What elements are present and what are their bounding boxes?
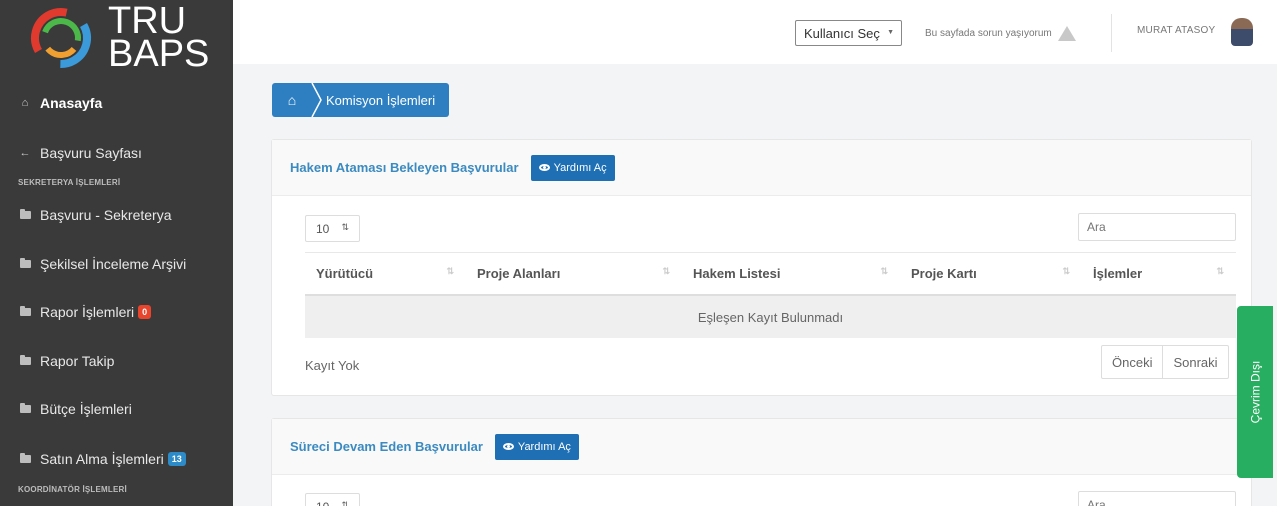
count-badge: 0: [138, 305, 152, 319]
panel-header: Hakem Ataması Bekleyen Başvurular Yardım…: [272, 140, 1251, 196]
logo-icon: [31, 8, 91, 68]
header-divider: [1111, 14, 1112, 52]
column-header-proje-alanlari[interactable]: Proje Alanları ⇅: [466, 253, 682, 294]
sidebar-item-rapor-islemleri[interactable]: Rapor İşlemleri 0: [0, 301, 233, 323]
sidebar-item-label: Anasayfa: [40, 95, 103, 111]
panel-header: Süreci Devam Eden Başvurular Yardımı Aç: [272, 419, 1251, 475]
page-length-value: 10: [316, 222, 330, 236]
column-label: Proje Kartı: [911, 266, 977, 281]
sidebar-item-label: Başvuru Sayfası: [40, 145, 142, 161]
help-button[interactable]: Yardımı Aç: [530, 154, 615, 181]
logo[interactable]: TRU BAPS: [0, 0, 233, 76]
help-button-label: Yardımı Aç: [553, 161, 607, 174]
sidebar-item-label: Rapor İşlemleri: [40, 304, 135, 320]
page-length-select[interactable]: 10 ⇅: [305, 493, 360, 506]
column-header-yurutucu[interactable]: Yürütücü ⇅: [305, 253, 466, 294]
sidebar: TRU BAPS ⌂ Anasayfa ← Başvuru Sayfası SE…: [0, 0, 233, 506]
logo-line-2: BAPS: [108, 33, 210, 75]
breadcrumb: ⌂ Komisyon İşlemleri: [272, 83, 450, 117]
sidebar-item-basvuru[interactable]: ← Başvuru Sayfası: [0, 142, 233, 164]
warning-icon: [1057, 26, 1076, 41]
page-length-select[interactable]: 10 ⇅: [305, 215, 360, 242]
sort-updown-icon: ⇅: [341, 222, 349, 232]
sidebar-item-label: Rapor Takip: [40, 353, 115, 369]
page-length-value: 10: [316, 500, 329, 506]
sort-updown-icon: ⇅: [341, 500, 349, 506]
report-problem-link[interactable]: Bu sayfada sorun yaşıyorum: [925, 26, 1076, 41]
user-name[interactable]: MURAT ATASOY: [1137, 25, 1215, 36]
sidebar-item-butce-islemleri[interactable]: Bütçe İşlemleri: [0, 398, 233, 420]
search-input[interactable]: [1078, 491, 1236, 506]
logo-text: TRU BAPS: [108, 2, 210, 75]
user-select-dropdown[interactable]: Kullanıcı Seç ▼: [795, 20, 902, 46]
offline-tab[interactable]: Çevrim Dışı: [1237, 306, 1273, 478]
sidebar-item-label: Şekilsel İnceleme Arşivi: [40, 256, 187, 272]
sidebar-item-label: Başvuru - Sekreterya: [40, 207, 172, 223]
folder-icon: [18, 453, 32, 463]
caret-down-icon: ▼: [887, 29, 894, 36]
column-label: Hakem Listesi: [693, 266, 781, 281]
column-label: Proje Alanları: [477, 266, 561, 281]
sort-icon: ⇅: [1216, 266, 1224, 276]
sidebar-item-label: Bütçe İşlemleri: [40, 401, 132, 417]
sidebar-item-label: Satın Alma İşlemleri: [40, 451, 164, 467]
sidebar-item-home[interactable]: ⌂ Anasayfa: [0, 92, 233, 114]
next-page-button[interactable]: Sonraki: [1162, 346, 1227, 378]
prev-page-button[interactable]: Önceki: [1102, 346, 1162, 378]
column-label: Yürütücü: [316, 266, 374, 281]
column-label: İşlemler: [1093, 266, 1143, 281]
panel-hakem-atamasi: Hakem Ataması Bekleyen Başvurular Yardım…: [271, 139, 1252, 396]
column-header-islemler[interactable]: İşlemler ⇅: [1082, 253, 1236, 294]
arrow-left-icon: ←: [19, 147, 31, 159]
panel-title: Süreci Devam Eden Başvurular: [290, 439, 483, 454]
column-header-proje-karti[interactable]: Proje Kartı ⇅: [900, 253, 1082, 294]
eye-icon: [538, 164, 550, 171]
panel-title: Hakem Ataması Bekleyen Başvurular: [290, 160, 519, 175]
column-header-hakem-listesi[interactable]: Hakem Listesi ⇅: [682, 253, 900, 294]
table-header: Yürütücü ⇅ Proje Alanları ⇅ Hakem Listes…: [305, 252, 1236, 296]
offline-tab-label: Çevrim Dışı: [1248, 360, 1263, 424]
sort-icon: ⇅: [1062, 266, 1070, 276]
home-icon: ⌂: [21, 97, 29, 109]
sidebar-section-sekreterya: SEKRETERYA İŞLEMLERİ: [18, 178, 121, 187]
eye-icon: [502, 443, 514, 450]
folder-icon: [18, 355, 32, 365]
sort-icon: ⇅: [880, 266, 888, 276]
user-select-value: Kullanıcı Seç: [804, 26, 880, 41]
home-icon: ⌂: [287, 92, 297, 108]
sidebar-section-koordinator: KOORDİNATÖR İŞLEMLERİ: [18, 485, 127, 494]
breadcrumb-current[interactable]: Komisyon İşlemleri: [310, 83, 450, 117]
sidebar-item-satin-alma[interactable]: Satın Alma İşlemleri 13: [0, 448, 233, 470]
folder-icon: [18, 403, 32, 413]
folder-icon: [18, 209, 32, 219]
data-table: Yürütücü ⇅ Proje Alanları ⇅ Hakem Listes…: [305, 252, 1236, 338]
pagination: Önceki Sonraki: [1101, 345, 1229, 379]
folder-icon: [18, 258, 32, 268]
count-badge: 13: [167, 452, 186, 466]
breadcrumb-separator: [311, 83, 322, 117]
panel-sureci-devam-eden: Süreci Devam Eden Başvurular Yardımı Aç …: [271, 418, 1252, 506]
avatar[interactable]: [1231, 18, 1253, 46]
sort-icon: ⇅: [446, 266, 454, 276]
breadcrumb-home[interactable]: ⌂: [272, 83, 322, 117]
search-input[interactable]: [1078, 213, 1236, 241]
sort-icon: ⇅: [662, 266, 670, 276]
sidebar-item-sekilsel-inceleme[interactable]: Şekilsel İnceleme Arşivi: [0, 253, 233, 275]
help-button[interactable]: Yardımı Aç: [494, 433, 579, 460]
sidebar-item-rapor-takip[interactable]: Rapor Takip: [0, 350, 233, 372]
sidebar-item-basvuru-sekreterya[interactable]: Başvuru - Sekreterya: [0, 204, 233, 226]
table-info: Kayıt Yok: [305, 358, 360, 373]
folder-icon: [18, 306, 32, 316]
help-button-label: Yardımı Aç: [517, 440, 571, 453]
report-problem-label: Bu sayfada sorun yaşıyorum: [925, 28, 1052, 39]
top-header: Kullanıcı Seç ▼ Bu sayfada sorun yaşıyor…: [233, 0, 1277, 64]
empty-table-row: Eşleşen Kayıt Bulunmadı: [305, 296, 1236, 338]
